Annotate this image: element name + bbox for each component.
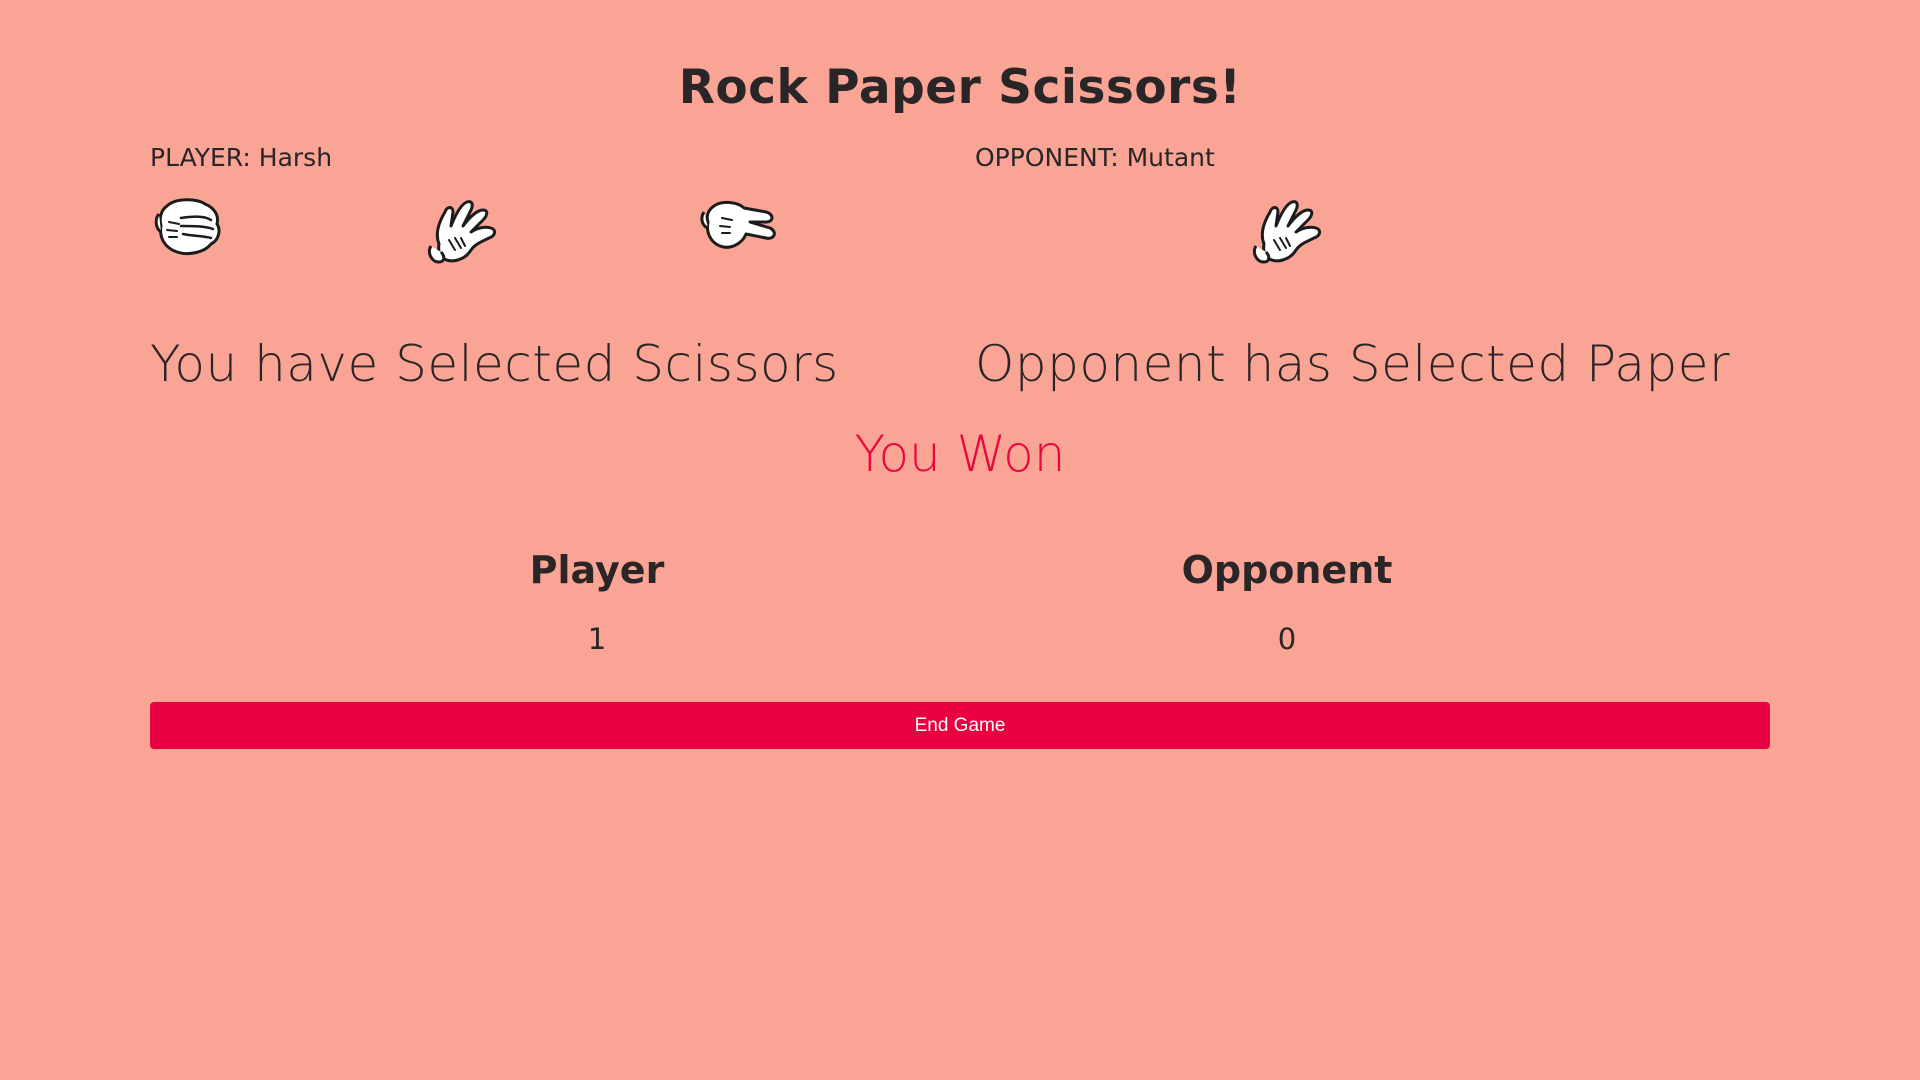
opponent-selection-text: Opponent has Selected Paper: [975, 335, 1731, 393]
paper-choice-button[interactable]: [425, 198, 501, 270]
rock-icon: [154, 198, 221, 256]
player-selection-text: You have Selected Scissors: [150, 335, 839, 393]
scissors-icon: [700, 200, 776, 249]
page-title: Rock Paper Scissors!: [678, 60, 1242, 115]
player-label: PLAYER: Harsh: [150, 143, 333, 172]
paper-icon: [1252, 200, 1322, 264]
player-score: 1: [587, 622, 607, 656]
paper-icon: [427, 200, 497, 264]
result-text: You Won: [854, 425, 1066, 483]
opponent-label: OPPONENT: Mutant: [975, 143, 1215, 172]
opponent-choice: [1250, 198, 1326, 270]
end-game-button[interactable]: End Game: [150, 702, 1770, 749]
player-score-heading: Player: [529, 548, 665, 592]
scissors-choice-button[interactable]: [700, 198, 776, 258]
rock-choice-button[interactable]: [153, 196, 223, 262]
opponent-score: 0: [1277, 622, 1297, 656]
opponent-score-heading: Opponent: [1181, 548, 1393, 592]
